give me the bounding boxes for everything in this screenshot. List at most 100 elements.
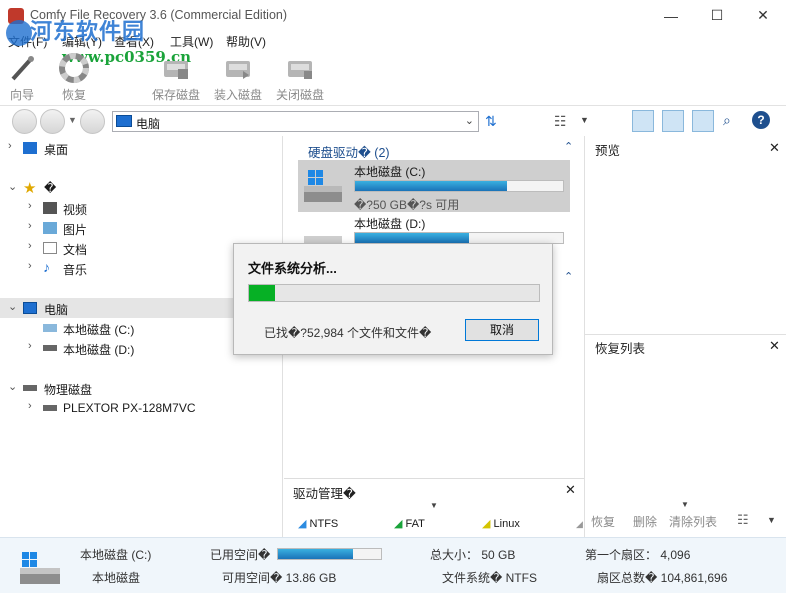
search-icon[interactable]: ⌕: [723, 112, 731, 129]
linux-legend-icon: ◢: [482, 518, 491, 530]
tree-label: 图片: [63, 223, 88, 237]
wizard-label: 向导: [9, 88, 34, 102]
drive-name: 本地磁盘 (C:): [354, 165, 426, 179]
analysis-dialog: 文件系统分析... 已找�?52,984 个文件和文件� 取消: [233, 243, 553, 355]
maximize-button[interactable]: ☐: [694, 0, 740, 31]
status-drive-type: 本地磁盘: [92, 571, 141, 585]
cancel-button[interactable]: 取消: [465, 319, 539, 341]
chevron-down-icon[interactable]: ⌄: [8, 380, 17, 393]
refresh-icon[interactable]: ⇅: [485, 113, 497, 130]
collapse-icon[interactable]: ⌃: [564, 140, 573, 153]
chevron-right-icon[interactable]: ›: [28, 220, 32, 232]
close-icon[interactable]: ✕: [769, 338, 780, 354]
drive-tile-c[interactable]: 本地磁盘 (C:) �?50 GB�?s 可用: [298, 160, 570, 212]
list-options-icon[interactable]: ☷: [737, 512, 749, 528]
tree-label: PLEXTOR PX-128M7VC: [63, 401, 196, 415]
back-button[interactable]: [12, 109, 37, 134]
chevron-right-icon[interactable]: ›: [28, 340, 32, 352]
view-mode-icon[interactable]: ☷: [554, 113, 567, 130]
drive-view-button[interactable]: [632, 110, 654, 132]
disk-icon: [43, 405, 57, 411]
address-value: 电脑: [136, 117, 161, 131]
close-disk-label: 关闭磁盘: [275, 88, 324, 102]
menu-help[interactable]: 帮助(V): [226, 33, 266, 50]
recover-action[interactable]: 恢复: [591, 513, 615, 530]
dialog-title: 文件系统分析...: [248, 261, 337, 276]
load-disk-button[interactable]: 装入磁盘: [210, 53, 266, 105]
close-icon[interactable]: ✕: [565, 482, 576, 498]
status-drive-name: 本地磁盘 (C:): [80, 548, 152, 562]
chevron-right-icon[interactable]: ›: [28, 240, 32, 252]
chevron-down-icon[interactable]: ⌄: [8, 300, 17, 313]
status-bar: 本地磁盘 (C:) 本地磁盘 已用空间� 可用空间� 13.86 GB 总大小：…: [0, 537, 786, 593]
toolbar: 向导 恢复 保存磁盘 装入磁盘 关闭磁盘: [0, 51, 786, 106]
forward-button[interactable]: [40, 109, 65, 134]
close-icon[interactable]: ✕: [769, 140, 780, 156]
ntfs-legend-icon: ◢: [298, 518, 307, 530]
close-disk-icon: [285, 53, 315, 83]
file-system: 文件系统� NTFS: [442, 571, 537, 585]
chevron-right-icon[interactable]: ›: [28, 260, 32, 272]
fs-fat: ◢ FAT: [394, 517, 425, 530]
tree-label: 音乐: [63, 263, 88, 277]
wizard-button[interactable]: 向导: [4, 53, 40, 105]
drive-usage-fill: [355, 233, 470, 243]
drive-icon: [43, 345, 57, 351]
tree-item-physical-disks[interactable]: ⌄ 物理磁盘: [0, 378, 283, 398]
expand-icon[interactable]: ▼: [681, 500, 689, 509]
clear-list-action[interactable]: 清除列表: [669, 513, 717, 530]
fs-label: FAT: [405, 518, 425, 530]
total-sectors: 扇区总数� 104,861,696: [597, 571, 728, 585]
divider: [585, 334, 786, 335]
drive-usage-fill: [355, 181, 507, 191]
tree-item-desktop[interactable]: › 桌面: [0, 138, 283, 158]
chevron-down-icon[interactable]: ⌄: [465, 114, 474, 127]
free-space: 可用空间� 13.86 GB: [222, 571, 337, 585]
drive-usage-bar: [354, 180, 564, 192]
fs-linux: ◢ Linux: [482, 517, 520, 530]
music-icon: ♪: [43, 259, 50, 275]
save-disk-icon: [161, 53, 191, 83]
recover-label: 恢复: [61, 88, 86, 102]
expand-icon[interactable]: ▼: [430, 501, 438, 510]
view-mode-dropdown-icon[interactable]: ▼: [580, 115, 589, 125]
lifebuoy-icon: [59, 53, 89, 83]
chevron-right-icon[interactable]: ›: [8, 140, 12, 152]
delete-action[interactable]: 删除: [633, 513, 657, 530]
history-dropdown-icon[interactable]: ▼: [68, 115, 77, 125]
chevron-right-icon[interactable]: ›: [28, 400, 32, 412]
save-view-button[interactable]: [692, 110, 714, 132]
recover-button[interactable]: 恢复: [56, 53, 92, 105]
drives-section-header: 硬盘驱动� (2): [308, 146, 390, 160]
side-panels: 预览 ✕ 恢复列表 ✕ ▼ 恢复 删除 清除列表 ☷ ▼: [584, 136, 786, 537]
tree-label: 文档: [63, 243, 88, 257]
tree-item-pictures[interactable]: › 图片: [0, 218, 283, 238]
minimize-button[interactable]: —: [648, 0, 694, 31]
computer-icon: [23, 302, 37, 314]
up-button[interactable]: [80, 109, 105, 134]
tree-item-favorites[interactable]: ⌄ ★ �: [0, 178, 283, 198]
close-disk-button[interactable]: 关闭磁盘: [272, 53, 328, 105]
resize-grip-icon[interactable]: ◢: [576, 519, 583, 530]
tree-item-videos[interactable]: › 视频: [0, 198, 283, 218]
video-icon: [43, 202, 57, 214]
computer-icon: [116, 115, 132, 127]
image-view-button[interactable]: [662, 110, 684, 132]
save-disk-button[interactable]: 保存磁盘: [148, 53, 204, 105]
tree-label: 本地磁盘 (D:): [63, 343, 135, 357]
used-space-label: 已用空间�: [210, 548, 271, 562]
collapse-icon[interactable]: ⌃: [564, 270, 573, 283]
disk-icon: [23, 385, 37, 391]
total-size: 总大小： 50 GB: [430, 548, 516, 562]
address-input[interactable]: 电脑 ⌄: [112, 111, 479, 132]
chevron-right-icon[interactable]: ›: [28, 200, 32, 212]
tree-label: 本地磁盘 (C:): [63, 323, 135, 337]
drive-icon: [43, 324, 57, 332]
drive-free-space: �?50 GB�?s 可用: [354, 198, 460, 212]
chevron-down-icon[interactable]: ▼: [767, 515, 776, 525]
close-button[interactable]: ✕: [740, 0, 786, 31]
help-icon[interactable]: ?: [752, 111, 770, 129]
chevron-down-icon[interactable]: ⌄: [8, 180, 17, 193]
document-icon: [43, 242, 57, 254]
tree-item-plextor[interactable]: › PLEXTOR PX-128M7VC: [0, 398, 283, 418]
